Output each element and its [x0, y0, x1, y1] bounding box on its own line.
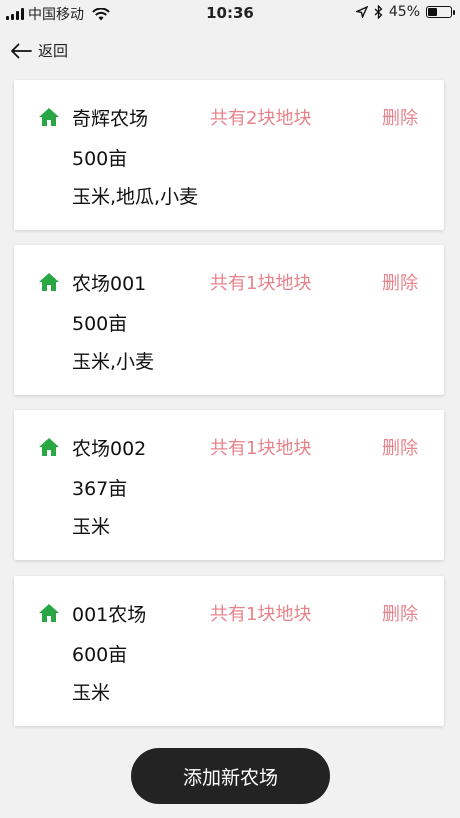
add-farm-button[interactable]: 添加新农场 — [131, 748, 330, 804]
arrow-left-icon — [11, 43, 32, 58]
plot-count: 共有1块地块 — [210, 438, 312, 459]
status-bar: 中国移动 10:36 45% — [0, 0, 460, 26]
farm-name: 奇辉农场 — [72, 107, 149, 130]
home-icon — [39, 604, 59, 622]
back-button[interactable]: 返回 — [10, 40, 68, 61]
back-label: 返回 — [38, 42, 69, 60]
battery-percent: 45% — [388, 4, 420, 20]
add-farm-label: 添加新农场 — [182, 766, 278, 789]
farm-area: 500亩 — [72, 148, 128, 170]
farm-name: 农场001 — [72, 272, 147, 295]
home-icon — [39, 108, 59, 126]
status-right: 45% — [355, 4, 455, 20]
plot-count: 共有1块地块 — [210, 604, 312, 625]
farm-area: 367亩 — [72, 478, 128, 500]
home-icon — [39, 273, 59, 291]
farm-crops: 玉米 — [72, 516, 111, 538]
farm-card[interactable]: 农场002 共有1块地块 删除 367亩 玉米 — [14, 410, 444, 560]
farm-crops: 玉米,小麦 — [72, 351, 155, 373]
farm-card[interactable]: 001农场 共有1块地块 删除 600亩 玉米 — [14, 576, 444, 726]
delete-button[interactable]: 删除 — [382, 434, 418, 460]
farm-name: 001农场 — [72, 603, 147, 626]
farm-area: 600亩 — [72, 644, 128, 666]
farm-area: 500亩 — [72, 313, 128, 335]
farm-crops: 玉米 — [72, 682, 111, 704]
plot-count: 共有2块地块 — [210, 108, 312, 129]
delete-button[interactable]: 删除 — [382, 104, 418, 130]
farm-name: 农场002 — [72, 437, 147, 460]
plot-count: 共有1块地块 — [210, 273, 312, 294]
location-arrow-icon — [355, 6, 368, 18]
bluetooth-icon — [374, 5, 383, 19]
delete-button[interactable]: 删除 — [382, 600, 418, 626]
battery-icon — [426, 6, 455, 18]
delete-button[interactable]: 删除 — [382, 269, 418, 295]
home-icon — [39, 438, 59, 456]
farm-card[interactable]: 奇辉农场 共有2块地块 删除 500亩 玉米,地瓜,小麦 — [14, 80, 444, 230]
farm-card[interactable]: 农场001 共有1块地块 删除 500亩 玉米,小麦 — [14, 245, 444, 395]
farm-crops: 玉米,地瓜,小麦 — [72, 186, 199, 208]
